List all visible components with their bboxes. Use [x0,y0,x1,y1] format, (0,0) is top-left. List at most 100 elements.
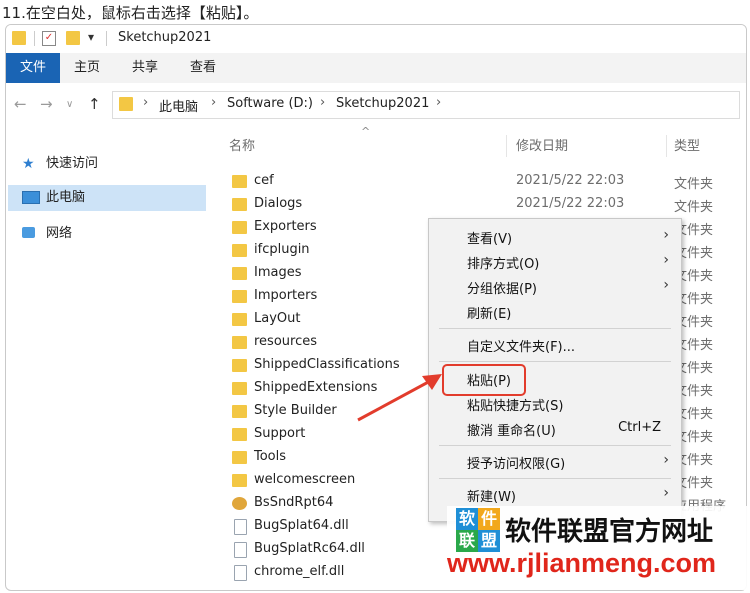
menu-item-view[interactable]: 查看(V) › [429,225,681,249]
file-name: BsSndRpt64 [254,495,334,510]
folder-icon [232,198,247,211]
folder-icon [232,221,247,234]
navigation-pane: ★ 快速访问 此电脑 网络 [6,127,208,590]
folder-icon [232,336,247,349]
sidebar-item-quick-access[interactable]: ★ 快速访问 [8,151,206,177]
menu-item-sort-by[interactable]: 排序方式(O) › [429,250,681,274]
instruction-caption: 11.在空白处，鼠标右击选择【粘贴】。 [2,4,259,22]
tab-share[interactable]: 共享 [118,53,172,83]
chevron-right-icon: › [143,95,149,110]
logo-cell: 件 [478,508,500,530]
folder-icon [232,428,247,441]
quick-access-dropdown-icon[interactable]: ▾ [88,30,94,44]
menu-separator [439,478,671,479]
folder-icon [232,451,247,464]
file-name: ifcplugin [254,242,310,257]
sidebar-item-label: 快速访问 [46,156,99,171]
file-name: welcomescreen [254,472,356,487]
column-header-type[interactable]: 类型 [674,135,700,154]
watermark-title: 软件联盟官方网址 [505,517,714,547]
menu-item-give-access[interactable]: 授予访问权限(G) › [429,450,681,474]
star-icon: ★ [22,156,35,172]
app-icon [232,497,247,510]
file-type: 文件夹 [674,177,714,192]
menu-item-shortcut: Ctrl+Z [618,420,661,435]
file-name: Dialogs [254,196,303,211]
address-bar[interactable]: › 此电脑 › Software (D:) › Sketchup2021 › [112,91,740,119]
sidebar-item-network[interactable]: 网络 [8,221,206,247]
file-name: Tools [254,449,287,464]
breadcrumb-folder[interactable]: Sketchup2021 [336,96,429,111]
dll-icon [234,565,247,581]
new-folder-icon[interactable] [66,31,80,45]
file-name: BugSplat64.dll [254,518,349,533]
file-name: Importers [254,288,318,303]
menu-item-label: 新建(W) [467,490,516,505]
breadcrumb-this-pc[interactable]: 此电脑 [159,96,198,115]
back-icon[interactable]: ← [14,95,27,113]
file-row[interactable]: Dialogs 2021/5/22 22:03 文件夹 [228,194,746,217]
logo-cell: 软 [456,508,478,530]
file-name: Support [254,426,306,441]
chevron-right-icon: › [663,227,669,243]
folder-icon [232,267,247,280]
menu-separator [439,445,671,446]
chevron-right-icon: › [211,95,217,110]
folder-icon [232,313,247,326]
file-name: Images [254,265,302,280]
menu-item-new[interactable]: 新建(W) › [429,483,681,507]
tab-home[interactable]: 主页 [60,53,114,83]
folder-icon [232,175,247,188]
column-header-date[interactable]: 修改日期 [516,135,568,154]
computer-icon [22,191,40,204]
chevron-right-icon: › [663,485,669,501]
folder-icon [232,474,247,487]
sidebar-item-label: 网络 [46,226,73,241]
divider [34,31,35,46]
column-header-name[interactable]: 名称 [229,135,255,154]
menu-item-group-by[interactable]: 分组依据(P) › [429,275,681,299]
chevron-right-icon: › [663,252,669,268]
navigation-bar: ← → ∨ ↑ › 此电脑 › Software (D:) › Sketchup… [6,83,746,127]
menu-separator [439,328,671,329]
sidebar-item-this-pc[interactable]: 此电脑 [8,185,206,211]
sidebar-item-label: 此电脑 [46,190,86,205]
menu-item-label: 授予访问权限(G) [467,457,566,472]
tab-file[interactable]: 文件 [6,53,61,83]
folder-icon [232,359,247,372]
paste-highlight-box [442,364,526,396]
menu-item-label: 粘贴快捷方式(S) [467,399,564,414]
menu-item-refresh[interactable]: 刷新(E) [429,300,681,324]
watermark-url: www.rjlianmeng.com [447,548,717,578]
folder-icon [232,290,247,303]
folder-icon [12,31,26,45]
dll-icon [234,542,247,558]
divider [106,31,107,46]
folder-icon [119,97,133,111]
file-name: Style Builder [254,403,337,418]
menu-item-label: 查看(V) [467,232,513,247]
dll-icon [234,519,247,535]
folder-icon [232,244,247,257]
breadcrumb-drive[interactable]: Software (D:) [227,96,313,111]
file-name: resources [254,334,318,349]
sort-up-icon: ^ [361,125,371,138]
menu-item-label: 刷新(E) [467,307,512,322]
up-icon[interactable]: ↑ [88,95,101,113]
column-divider[interactable] [666,135,667,157]
title-bar: ✓ ▾ Sketchup2021 [6,25,746,53]
column-divider[interactable] [506,135,507,157]
menu-item-label: 分组依据(P) [467,282,537,297]
chevron-right-icon: › [320,95,326,110]
tab-view[interactable]: 查看 [176,53,230,83]
menu-item-undo-rename[interactable]: 撤消 重命名(U) Ctrl+Z [429,417,681,441]
forward-icon[interactable]: → [40,95,53,113]
menu-item-label: 撤消 重命名(U) [467,424,556,439]
menu-item-customize-folder[interactable]: 自定义文件夹(F)... [429,333,681,357]
recent-dropdown-icon[interactable]: ∨ [66,99,73,110]
folder-icon [232,405,247,418]
file-row[interactable]: cef 2021/5/22 22:03 文件夹 [228,171,746,194]
watermark-logo: 软 件 联 盟 [456,508,500,552]
file-name: LayOut [254,311,301,326]
properties-icon[interactable]: ✓ [42,31,56,46]
